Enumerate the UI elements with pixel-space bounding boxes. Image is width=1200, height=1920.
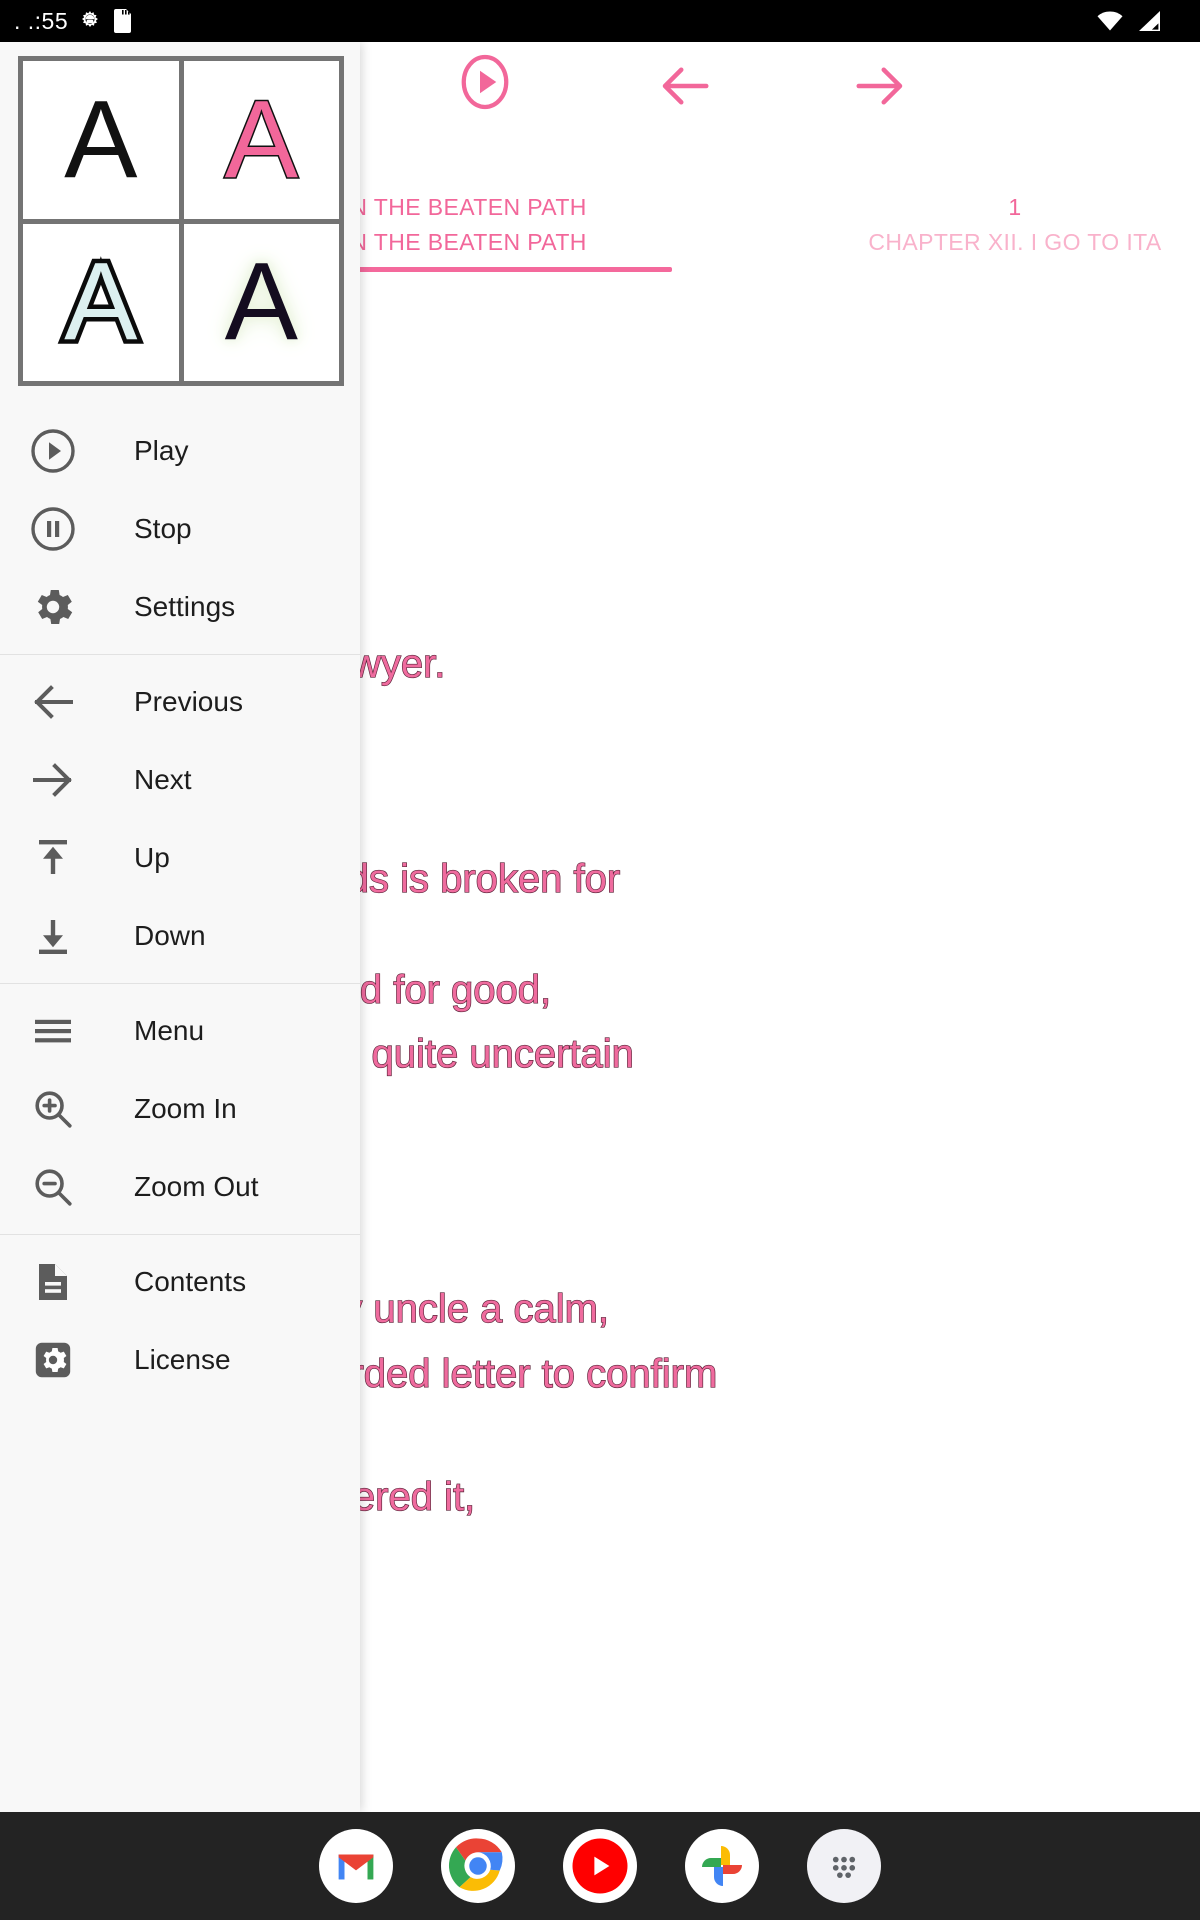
status-clock: . .:55 — [14, 7, 69, 34]
chrome-icon — [448, 1838, 506, 1894]
pause-circle-icon — [26, 505, 80, 553]
dock-app-gmail[interactable] — [319, 1829, 393, 1903]
menu-item-zoom-out[interactable]: Zoom Out — [0, 1148, 360, 1226]
page-number: 1 — [1008, 194, 1022, 220]
font-style-picker[interactable]: A A A A — [18, 56, 344, 386]
menu-item-label: Next — [134, 764, 192, 795]
menu-item-play[interactable]: Play — [0, 412, 360, 490]
arrow-right-icon — [26, 756, 80, 804]
next-chapter-column: 1 CHAPTER XII. I GO TO ITA — [830, 190, 1200, 259]
menu-item-label: Previous — [134, 686, 243, 717]
menu-item-previous[interactable]: Previous — [0, 663, 360, 741]
menu-item-label: Down — [134, 920, 206, 951]
wifi-icon — [1097, 11, 1123, 31]
menu-item-contents[interactable]: Contents — [0, 1243, 360, 1321]
menu-item-zoom-in[interactable]: Zoom In — [0, 1070, 360, 1148]
hamburger-menu-icon — [26, 1007, 80, 1055]
font-sample-glyph: A — [224, 240, 298, 364]
arrow-left-icon — [26, 678, 80, 726]
font-sample-glyph: A — [64, 77, 138, 201]
font-style-option-glow[interactable]: A — [183, 223, 339, 381]
font-style-option-blue[interactable]: A — [23, 223, 179, 381]
reader-next-button[interactable] — [850, 60, 910, 117]
status-bar: . .:55 — [0, 0, 1200, 42]
play-circle-icon — [26, 427, 80, 475]
reader-previous-button[interactable] — [655, 60, 715, 117]
menu-item-label: Contents — [134, 1266, 247, 1297]
dock-app-youtube[interactable] — [563, 1829, 637, 1903]
gmail-icon — [338, 1854, 374, 1880]
font-sample-glyph: A — [60, 240, 142, 364]
android-screen: . .:55 APTER XI. IN THE BEATEN PATH APTE… — [0, 0, 1200, 1920]
menu-item-label: License — [134, 1344, 231, 1375]
status-bar-right — [1096, 10, 1186, 32]
android-gear-icon — [82, 11, 99, 27]
gear-square-icon — [26, 1336, 80, 1384]
menu-item-stop[interactable]: Stop — [0, 490, 360, 568]
arrow-up-to-bar-icon — [26, 834, 80, 882]
arrow-down-to-bar-icon — [26, 912, 80, 960]
magnifier-minus-icon — [26, 1163, 80, 1211]
menu-item-label: Settings — [134, 591, 236, 622]
menu-item-down[interactable]: Down — [0, 897, 360, 975]
cell-signal-icon — [1139, 11, 1160, 31]
navigation-drawer: A A A A Play Stop Settings Previous Next… — [0, 42, 360, 1812]
menu-item-label: Play — [134, 435, 189, 466]
youtube-icon — [572, 1838, 628, 1894]
menu-item-label: Up — [134, 842, 170, 873]
sd-card-icon — [114, 9, 132, 33]
menu-item-label: Menu — [134, 1015, 205, 1046]
menu-item-settings[interactable]: Settings — [0, 568, 360, 646]
document-lines-icon — [26, 1258, 80, 1306]
menu-item-up[interactable]: Up — [0, 819, 360, 897]
play-circle-icon — [461, 54, 509, 110]
menu-item-license[interactable]: License — [0, 1321, 360, 1399]
menu-item-label: Stop — [134, 513, 192, 544]
arrow-right-icon — [856, 67, 903, 105]
magnifier-plus-icon — [26, 1085, 80, 1133]
app-drawer-icon — [832, 1856, 856, 1879]
font-style-option-plain[interactable]: A — [23, 61, 179, 219]
menu-item-label: Zoom Out — [134, 1171, 259, 1202]
font-style-option-pink[interactable]: A — [183, 61, 339, 219]
reader-play-button[interactable] — [455, 52, 515, 117]
status-bar-left: . .:55 — [14, 8, 134, 35]
menu-divider — [0, 983, 360, 984]
arrow-left-icon — [662, 67, 709, 105]
next-chapter-title[interactable]: CHAPTER XII. I GO TO ITA — [830, 225, 1200, 260]
dock-app-photos[interactable] — [685, 1829, 759, 1903]
gear-icon — [26, 583, 80, 631]
font-sample-glyph: A — [223, 77, 299, 201]
google-photos-icon — [702, 1846, 742, 1886]
menu-divider — [0, 1234, 360, 1235]
app-dock — [0, 1812, 1200, 1920]
menu-item-menu[interactable]: Menu — [0, 992, 360, 1070]
drawer-menu: Play Stop Settings Previous Next Up Down… — [0, 386, 360, 1399]
dock-app-chrome[interactable] — [441, 1829, 515, 1903]
menu-divider — [0, 654, 360, 655]
menu-item-next[interactable]: Next — [0, 741, 360, 819]
menu-item-label: Zoom In — [134, 1093, 237, 1124]
dock-app-all-apps[interactable] — [807, 1829, 881, 1903]
